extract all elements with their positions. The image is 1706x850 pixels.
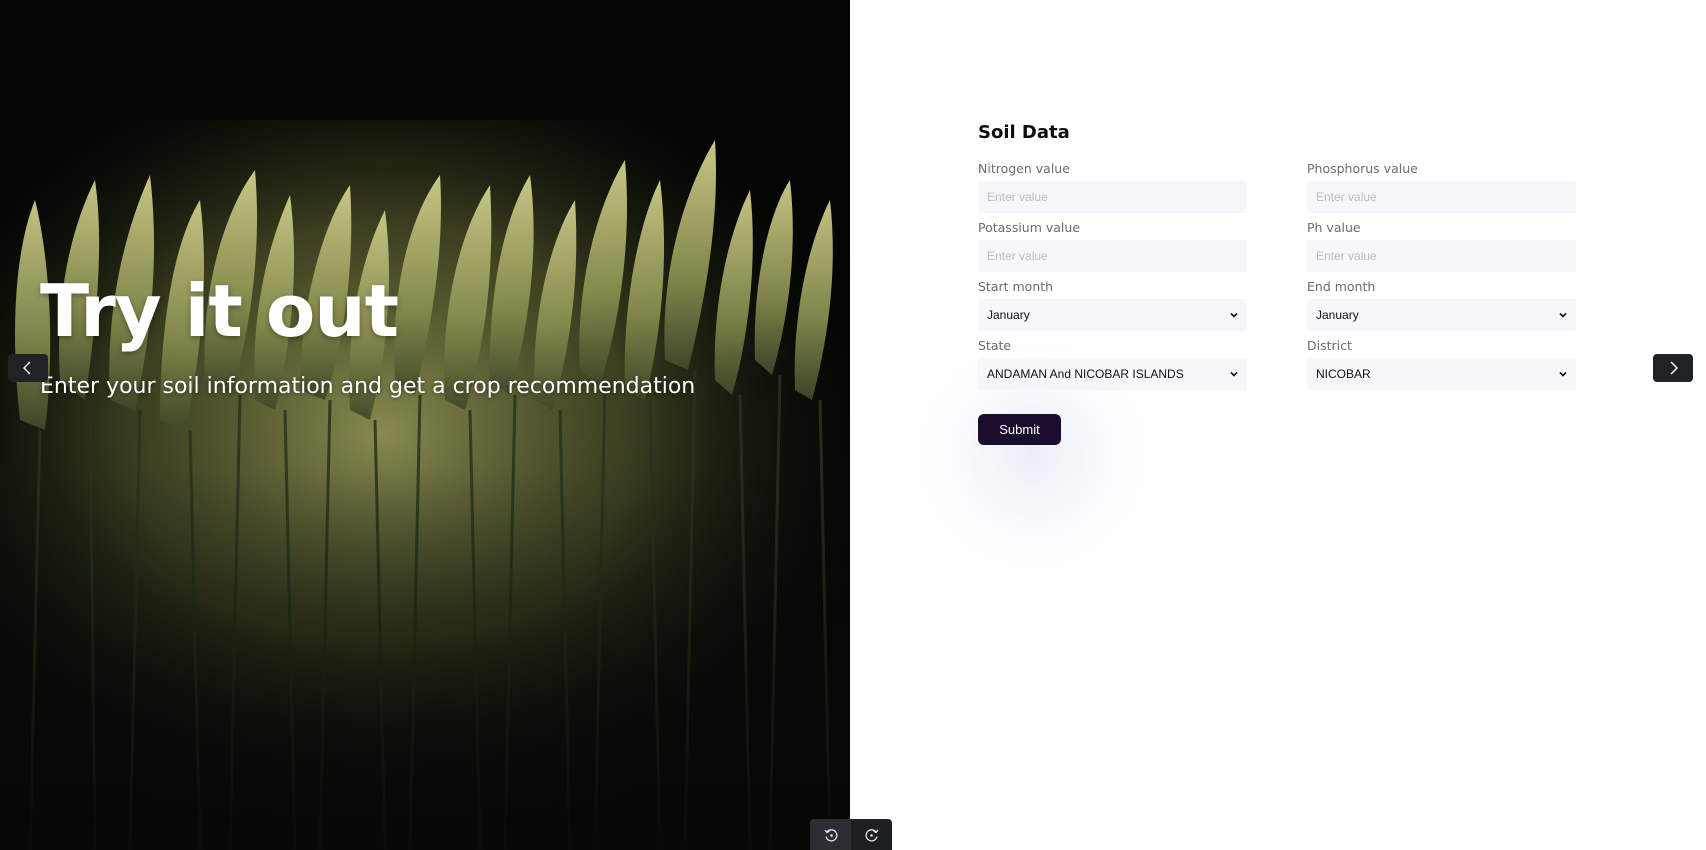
district-value: NICOBAR <box>1316 367 1371 381</box>
hero-subtitle: Enter your soil information and get a cr… <box>40 374 696 399</box>
phosphorus-field: Phosphorus value <box>1307 162 1576 213</box>
ph-input[interactable] <box>1307 240 1576 272</box>
district-label: District <box>1307 338 1352 353</box>
potassium-input[interactable] <box>978 240 1247 272</box>
state-value: ANDAMAN And NICOBAR ISLANDS <box>987 367 1184 381</box>
nitrogen-field: Nitrogen value <box>978 162 1247 213</box>
state-select[interactable]: ANDAMAN And NICOBAR ISLANDS <box>978 358 1247 390</box>
history-toolbar <box>810 819 892 850</box>
hero-background-image <box>0 0 850 850</box>
start-month-select[interactable]: January <box>978 299 1247 331</box>
hero-panel: Try it out Enter your soil information a… <box>0 0 850 850</box>
district-select[interactable]: NICOBAR <box>1307 358 1576 390</box>
start-month-field: Start month January <box>978 280 1247 331</box>
ph-label: Ph value <box>1307 220 1361 235</box>
chevron-left-icon <box>23 361 31 375</box>
undo-icon <box>823 828 837 841</box>
start-month-label: Start month <box>978 279 1054 294</box>
carousel-prev-button[interactable] <box>8 354 48 382</box>
undo-button[interactable] <box>810 819 851 850</box>
district-field: District NICOBAR <box>1307 339 1576 390</box>
potassium-field: Potassium value <box>978 221 1247 272</box>
carousel-next-button[interactable] <box>1653 354 1693 382</box>
ph-field: Ph value <box>1307 221 1576 272</box>
state-field: State ANDAMAN And NICOBAR ISLANDS <box>978 339 1247 390</box>
phosphorus-input[interactable] <box>1307 181 1576 213</box>
chevron-down-icon <box>1230 312 1238 318</box>
nitrogen-input[interactable] <box>978 181 1247 213</box>
submit-button[interactable]: Submit <box>978 414 1061 445</box>
chevron-down-icon <box>1559 371 1567 377</box>
end-month-field: End month January <box>1307 280 1576 331</box>
chevron-down-icon <box>1559 312 1567 318</box>
start-month-value: January <box>987 308 1030 322</box>
potassium-label: Potassium value <box>978 220 1081 235</box>
redo-button[interactable] <box>851 819 892 850</box>
end-month-select[interactable]: January <box>1307 299 1576 331</box>
hero-title: Try it out <box>40 269 399 353</box>
end-month-label: End month <box>1307 279 1376 294</box>
phosphorus-label: Phosphorus value <box>1307 161 1418 176</box>
state-label: State <box>978 338 1012 353</box>
form-title: Soil Data <box>978 122 1070 143</box>
chevron-right-icon <box>1670 361 1678 375</box>
chevron-down-icon <box>1230 371 1238 377</box>
redo-icon <box>865 828 879 841</box>
nitrogen-label: Nitrogen value <box>978 161 1070 176</box>
end-month-value: January <box>1316 308 1359 322</box>
